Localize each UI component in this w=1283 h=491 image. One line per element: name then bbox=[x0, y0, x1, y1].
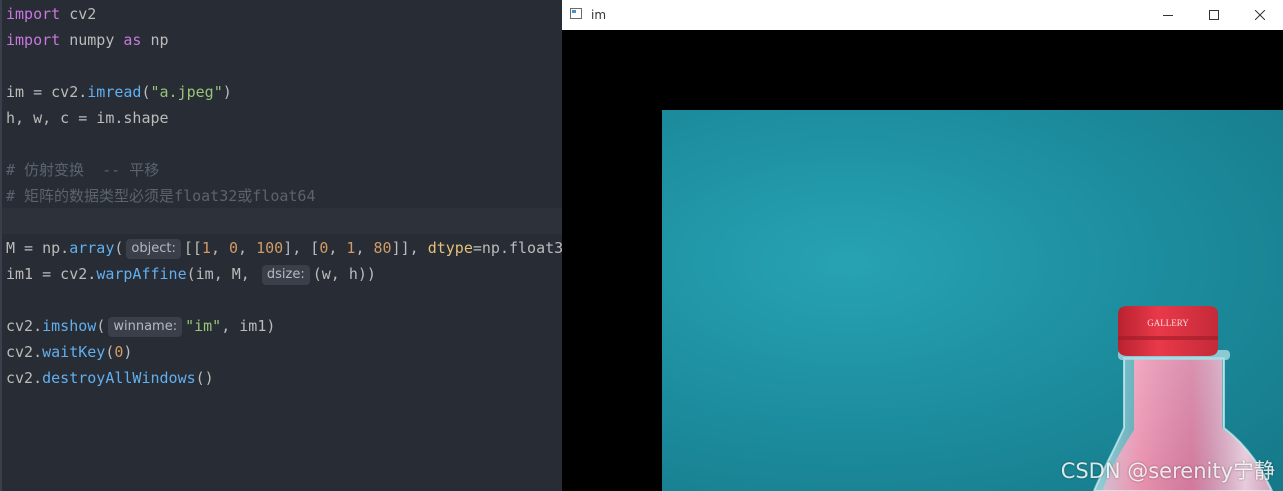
translated-image: GALLERY bbox=[662, 110, 1283, 491]
code-line-1[interactable]: import cv2 bbox=[6, 1, 96, 27]
code-text: cv2 bbox=[60, 5, 97, 23]
code-line-10[interactable]: M = np.array(object: [[1, 0, 100], [0, 1,… bbox=[6, 235, 562, 261]
number-literal: 1 bbox=[201, 239, 211, 257]
image-canvas: GALLERY bbox=[562, 30, 1283, 491]
code-text: numpy bbox=[60, 31, 124, 49]
code-text: (im, M, bbox=[186, 265, 259, 283]
code-text: () bbox=[195, 369, 214, 387]
code-text: ( bbox=[141, 83, 151, 101]
code-text: ( bbox=[114, 239, 124, 257]
string-literal: "im" bbox=[185, 317, 222, 335]
code-text: , bbox=[210, 239, 230, 257]
code-text: ) bbox=[123, 343, 133, 361]
code-text: np bbox=[141, 31, 169, 49]
code-text: im1 = cv2. bbox=[6, 265, 97, 283]
window-titlebar[interactable]: im bbox=[562, 0, 1283, 30]
code-text: ( bbox=[96, 317, 106, 335]
code-text: cv2. bbox=[6, 369, 43, 387]
code-line-15[interactable]: cv2.destroyAllWindows() bbox=[6, 365, 214, 391]
bottle-illustration: GALLERY bbox=[1092, 306, 1274, 491]
image-window[interactable]: im GALLERY CSDN @serenity宁静 bbox=[562, 0, 1283, 491]
comment: # 仿射变换 -- 平移 bbox=[6, 161, 160, 179]
code-text: , im1) bbox=[221, 317, 276, 335]
parameter-hint: object: bbox=[126, 239, 181, 259]
number-literal: 0 bbox=[229, 239, 239, 257]
close-button[interactable] bbox=[1237, 0, 1283, 30]
maximize-icon bbox=[1209, 10, 1219, 20]
comment: # 矩阵的数据类型必须是float32或float64 bbox=[6, 187, 316, 205]
window-title: im bbox=[591, 8, 607, 22]
function-name: imshow bbox=[42, 317, 97, 335]
code-text: cv2. bbox=[6, 317, 43, 335]
csdn-watermark: CSDN @serenity宁静 bbox=[1060, 459, 1275, 483]
code-text: , bbox=[355, 239, 374, 257]
code-text: cv2. bbox=[6, 343, 43, 361]
close-icon bbox=[1255, 10, 1265, 20]
code-line-11[interactable]: im1 = cv2.warpAffine(im, M, dsize: (w, h)… bbox=[6, 261, 376, 287]
code-text: [[ bbox=[183, 239, 202, 257]
cap-ridge bbox=[1118, 336, 1218, 340]
number-literal: 80 bbox=[373, 239, 392, 257]
parameter-hint: dsize: bbox=[261, 265, 310, 285]
function-name: waitKey bbox=[42, 343, 106, 361]
code-text: ], [ bbox=[283, 239, 320, 257]
code-text: , bbox=[328, 239, 347, 257]
number-literal: 100 bbox=[256, 239, 284, 257]
parameter-hint: winname: bbox=[108, 317, 183, 337]
function-name: array bbox=[69, 239, 115, 257]
code-line-14[interactable]: cv2.waitKey(0) bbox=[6, 339, 132, 365]
keyword-argument: dtype bbox=[427, 239, 473, 257]
code-text: ) bbox=[222, 83, 232, 101]
code-line-8[interactable]: # 矩阵的数据类型必须是float32或float64 bbox=[6, 183, 316, 209]
code-text: im = cv2. bbox=[6, 83, 88, 101]
code-line-5[interactable]: h, w, c = im.shape bbox=[6, 105, 169, 131]
code-text: , bbox=[238, 239, 257, 257]
function-name: warpAffine bbox=[96, 265, 187, 283]
minimize-icon bbox=[1163, 15, 1173, 16]
keyword: as bbox=[123, 31, 142, 49]
bottle-cap bbox=[1118, 306, 1218, 356]
code-text: (w, h)) bbox=[312, 265, 376, 283]
code-text: M = np. bbox=[6, 239, 70, 257]
code-editor[interactable]: import cv2 import numpy as np im = cv2.i… bbox=[0, 0, 562, 491]
bottle-cap-text: GALLERY bbox=[1147, 318, 1189, 328]
current-line-highlight bbox=[2, 208, 562, 234]
code-text: ]], bbox=[391, 239, 428, 257]
maximize-button[interactable] bbox=[1191, 0, 1237, 30]
string-literal: "a.jpeg" bbox=[150, 83, 223, 101]
keyword: import bbox=[6, 31, 61, 49]
function-name: imread bbox=[87, 83, 142, 101]
opencv-window-icon bbox=[570, 8, 582, 19]
code-line-2[interactable]: import numpy as np bbox=[6, 27, 169, 53]
code-text: h, w, c = im.shape bbox=[6, 109, 169, 127]
number-literal: 0 bbox=[319, 239, 329, 257]
minimize-button[interactable] bbox=[1145, 0, 1191, 30]
keyword: import bbox=[6, 5, 61, 23]
code-text: =np.float32 bbox=[472, 239, 562, 257]
function-name: destroyAllWindows bbox=[42, 369, 196, 387]
code-line-13[interactable]: cv2.imshow(winname: "im", im1) bbox=[6, 313, 275, 339]
code-line-7[interactable]: # 仿射变换 -- 平移 bbox=[6, 157, 159, 183]
code-line-4[interactable]: im = cv2.imread("a.jpeg") bbox=[6, 79, 232, 105]
